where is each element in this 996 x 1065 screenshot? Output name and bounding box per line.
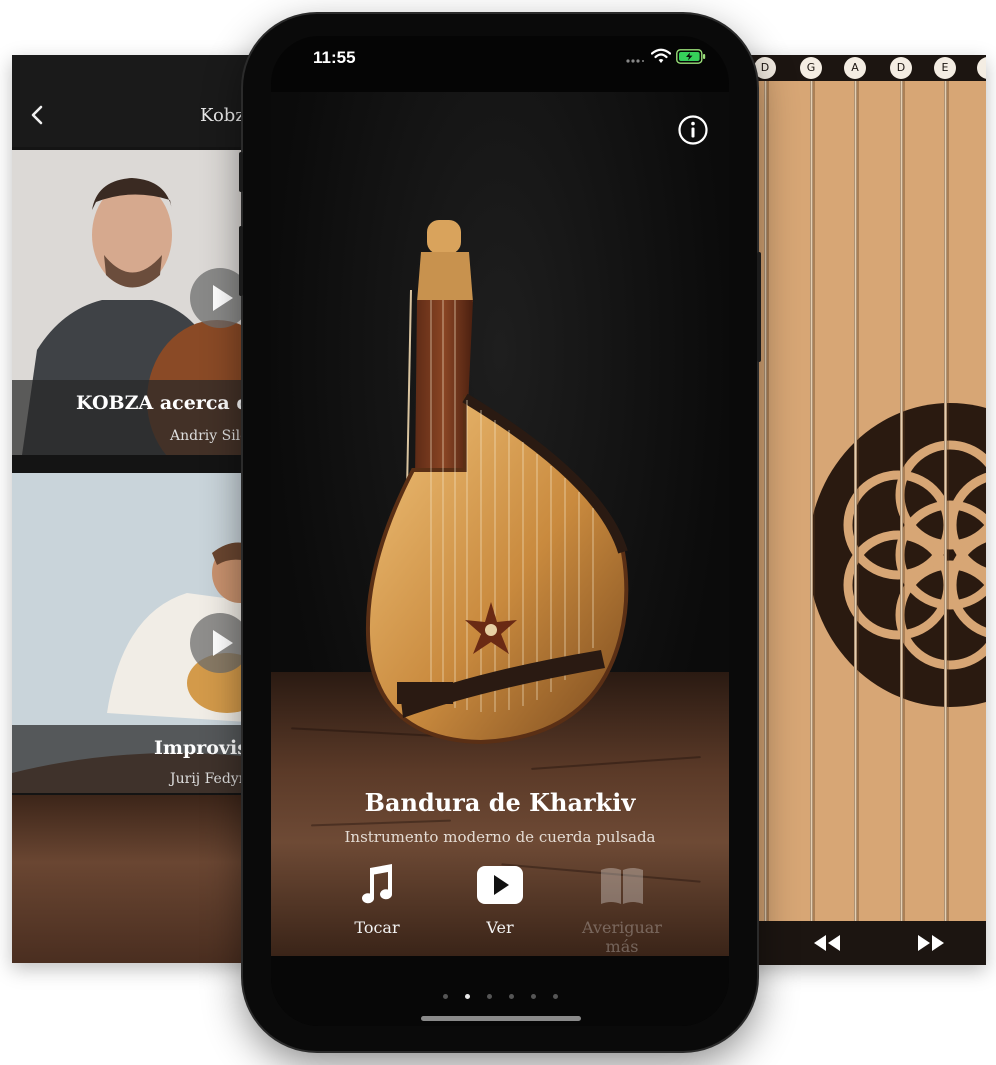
instrument-name: Bandura de Kharkiv	[364, 788, 636, 817]
play-action-button[interactable]: Tocar	[322, 860, 432, 950]
note-label[interactable]: D	[890, 57, 912, 79]
wood-grain	[311, 819, 451, 827]
video-title: KOBZA acerca de	[76, 392, 262, 414]
instrument-detail-view: Bandura de Kharkiv Instrumento moderno d…	[271, 92, 729, 956]
string[interactable]	[764, 81, 767, 921]
playback-controls	[740, 921, 986, 965]
page-dot-active[interactable]	[464, 994, 470, 999]
action-label: Tocar	[354, 918, 400, 937]
string[interactable]	[944, 81, 947, 921]
status-time: 11:55	[313, 48, 356, 67]
signal-icon	[626, 59, 644, 63]
note-label[interactable]: A	[844, 57, 866, 79]
video-card-kobza[interactable]: KOBZA acerca de Andriy Sile	[12, 150, 262, 455]
video-author: Jurij Fedyn	[170, 771, 248, 787]
rewind-icon	[814, 935, 840, 951]
page-dot[interactable]	[508, 994, 514, 999]
string-shadow	[857, 81, 859, 921]
page-dot[interactable]	[442, 994, 448, 999]
mute-switch	[239, 152, 243, 192]
page-indicator	[271, 986, 729, 999]
home-indicator[interactable]	[421, 1016, 581, 1021]
wood-floor-background	[12, 795, 262, 963]
volume-up-button	[239, 226, 243, 296]
wood-grain	[531, 756, 701, 770]
info-icon	[678, 115, 708, 145]
video-author: Andriy Sile	[170, 428, 249, 444]
note-header: D G A D E	[740, 55, 986, 81]
string-shadow	[767, 81, 769, 921]
learn-more-action-button[interactable]: Averiguar más	[567, 860, 677, 956]
note-label[interactable]: G	[800, 57, 822, 79]
string[interactable]	[854, 81, 857, 921]
rewind-button[interactable]	[812, 933, 842, 953]
action-label: Averiguar más	[582, 918, 662, 956]
video-caption: KOBZA acerca de Andriy Sile	[12, 380, 262, 455]
watch-action-button[interactable]: Ver	[445, 860, 555, 950]
info-button[interactable]	[677, 114, 709, 146]
music-note-icon	[362, 864, 393, 904]
phone-frame: 11:55 Bandura de Kharkiv Instrumento mod…	[239, 14, 761, 1051]
string[interactable]	[900, 81, 903, 921]
video-list-screen: Kobz KOBZA acerca de Andriy Sile Improvi…	[12, 55, 262, 963]
instrument-subtitle: Instrumento moderno de cuerda pulsada	[344, 828, 656, 846]
note-label-partial	[977, 57, 986, 79]
string-shadow	[903, 81, 905, 921]
string-shadow	[813, 81, 815, 921]
book-icon	[601, 868, 643, 904]
play-icon[interactable]	[190, 613, 250, 673]
video-card-improvisation[interactable]: Improvisa Jurij Fedyn	[12, 473, 262, 793]
power-button	[757, 252, 761, 362]
action-label: Ver	[486, 918, 514, 937]
string[interactable]	[810, 81, 813, 921]
battery-icon	[676, 49, 706, 64]
play-strings-screen: D G A D E	[740, 55, 986, 965]
page-dot[interactable]	[486, 994, 492, 999]
status-bar: 11:55	[271, 36, 729, 84]
video-play-icon	[477, 866, 523, 904]
page-dot[interactable]	[530, 994, 536, 999]
note-label[interactable]: D	[754, 57, 776, 79]
video-list-header: Kobz	[12, 55, 262, 147]
string-shadow	[947, 81, 949, 921]
video-list-title: Kobz	[200, 105, 245, 126]
page-dot[interactable]	[552, 994, 558, 999]
phone-screen: 11:55 Bandura de Kharkiv Instrumento mod…	[271, 36, 729, 1026]
back-button[interactable]	[26, 103, 50, 127]
chevron-left-icon	[31, 105, 43, 125]
fast-forward-icon	[918, 935, 944, 951]
video-caption: Improvisa Jurij Fedyn	[12, 725, 262, 793]
wifi-icon	[651, 48, 671, 63]
bandura-image	[365, 220, 629, 745]
rosette-decoration	[810, 403, 986, 707]
fast-forward-button[interactable]	[916, 933, 946, 953]
note-label[interactable]: E	[934, 57, 956, 79]
